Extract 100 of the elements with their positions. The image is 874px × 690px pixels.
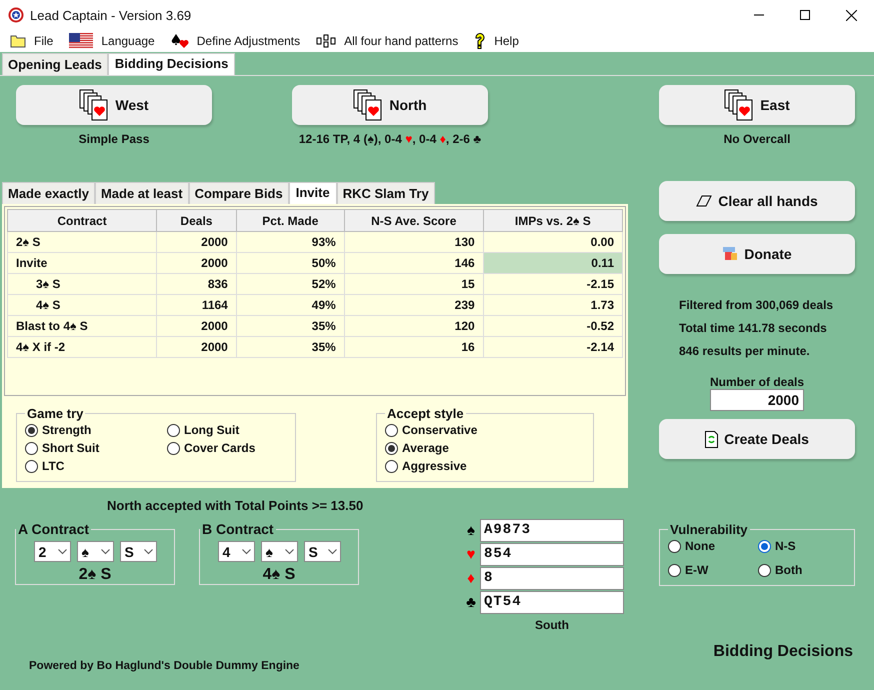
radio-label: Average <box>402 441 449 455</box>
tab[interactable]: RKC Slam Try <box>336 182 435 204</box>
seat-description: 12-16 TP, 4 (♠), 0-4 ♥, 0-4 ♦, 2-6 ♣ <box>298 131 482 148</box>
table-cell: 50% <box>236 252 344 274</box>
folder-icon <box>10 34 26 48</box>
seat-button[interactable]: North <box>292 85 488 125</box>
status-message: North accepted with Total Points >= 13.50 <box>107 498 364 513</box>
radio-button[interactable] <box>385 460 398 472</box>
table-cell: Blast to 4♠ S <box>8 316 157 336</box>
radio-option[interactable]: Strength <box>25 423 125 437</box>
radio-button[interactable] <box>385 442 398 454</box>
radio-label: Cover Cards <box>184 441 256 455</box>
radio-label: None <box>685 539 715 553</box>
hand-field[interactable]: 854 <box>480 543 624 566</box>
menu-item[interactable]: File <box>8 34 56 48</box>
table-cell: 0.11 <box>483 252 622 274</box>
playing-cards-icon <box>353 89 384 121</box>
radio-label: Aggressive <box>402 459 467 473</box>
radio-button[interactable] <box>668 564 681 576</box>
hand-pattern-icon <box>316 34 336 48</box>
menu-item[interactable]: All four hand patterns <box>314 34 460 48</box>
radio-option[interactable]: Average <box>385 441 585 455</box>
chevron-icon <box>242 548 250 554</box>
table-cell: 93% <box>236 232 344 252</box>
table-cell: 4♠ S <box>8 294 157 316</box>
radio-button[interactable] <box>385 424 398 436</box>
clear-button[interactable]: Clear all hands <box>659 181 855 221</box>
contract-result: 4♠ S <box>262 566 296 584</box>
hand-field[interactable]: 8 <box>480 567 624 590</box>
radio-option[interactable]: Both <box>758 563 838 577</box>
donate-button[interactable]: Donate <box>659 234 855 274</box>
radio-button[interactable] <box>167 442 180 454</box>
table-cell: 2000 <box>156 232 236 252</box>
menu-item[interactable]: Language <box>67 33 157 49</box>
dropdown[interactable]: 2 <box>34 541 70 562</box>
suits-icon <box>170 33 189 49</box>
menu-item[interactable]: Define Adjustments <box>168 33 302 49</box>
flag-icon <box>69 33 94 49</box>
tab[interactable]: Compare Bids <box>188 182 289 204</box>
table-cell: 52% <box>236 274 344 294</box>
radio-button[interactable] <box>167 424 180 436</box>
refresh-document-icon <box>705 430 718 448</box>
tab[interactable]: Bidding Decisions <box>108 53 236 75</box>
stats-line: Total time 141.78 seconds <box>679 320 828 337</box>
radio-option[interactable]: E-W <box>668 563 758 577</box>
table-cell: 4♠ X if -2 <box>8 336 157 358</box>
dropdown[interactable]: 4 <box>218 541 254 562</box>
dropdown[interactable]: ♠ <box>76 541 114 562</box>
dropdown[interactable]: S <box>120 541 156 562</box>
field-label: Number of deals <box>710 375 804 389</box>
table-cell: 120 <box>344 316 484 336</box>
table-cell: 836 <box>156 274 236 294</box>
radio-button[interactable] <box>25 424 38 436</box>
radio-option[interactable]: N-S <box>758 539 838 553</box>
tab[interactable]: Made exactly <box>2 182 95 204</box>
eraser-icon <box>696 195 712 207</box>
table-cell: 35% <box>236 336 344 358</box>
hand-field[interactable]: QT54 <box>480 591 624 614</box>
create-deals-button[interactable]: Create Deals <box>659 419 855 459</box>
radio-option[interactable]: Conservative <box>385 423 585 437</box>
hand-field[interactable]: A9873 <box>480 519 624 542</box>
suit-symbol: ♦ <box>466 570 476 587</box>
radio-button[interactable] <box>758 540 771 552</box>
radio-option[interactable]: Short Suit <box>25 441 125 455</box>
radio-option[interactable]: Cover Cards <box>167 441 287 455</box>
radio-label: Both <box>775 563 802 577</box>
table-cell: 3♠ S <box>8 274 157 294</box>
radio-label: LTC <box>42 459 64 473</box>
seat-button[interactable]: East <box>659 85 855 125</box>
dropdown[interactable]: ♠ <box>260 541 298 562</box>
radio-button[interactable] <box>668 540 681 552</box>
seat-button[interactable]: West <box>16 85 212 125</box>
radio-option[interactable]: None <box>668 539 758 553</box>
hand-label: South <box>534 618 570 632</box>
menu-item[interactable]: Help <box>472 33 521 49</box>
table-cell: Invite <box>8 252 157 274</box>
radio-button[interactable] <box>758 564 771 576</box>
app-icon <box>8 7 24 23</box>
table-cell: 35% <box>236 316 344 336</box>
table-cell: 1.73 <box>483 294 622 316</box>
deals-field[interactable]: 2000 <box>710 389 804 411</box>
dropdown[interactable]: S <box>304 541 340 562</box>
radio-option[interactable]: Aggressive <box>385 459 585 473</box>
column-header: Deals <box>156 210 236 232</box>
help-icon <box>474 33 486 49</box>
chevron-icon <box>100 548 110 554</box>
stats-line: 846 results per minute. <box>679 343 811 360</box>
suit-symbol: ♣ <box>465 594 477 611</box>
group-title: Game try <box>26 406 84 421</box>
tab[interactable]: Opening Leads <box>2 53 108 75</box>
radio-option[interactable]: LTC <box>25 459 125 473</box>
radio-option[interactable]: Long Suit <box>167 423 287 437</box>
radio-button[interactable] <box>25 442 38 454</box>
radio-button[interactable] <box>25 460 38 472</box>
tab[interactable]: Invite <box>288 182 337 204</box>
group-title: B Contract <box>201 521 275 537</box>
playing-cards-icon <box>724 89 754 121</box>
table-cell: -0.52 <box>483 316 622 336</box>
tab[interactable]: Made at least <box>94 182 189 204</box>
table-cell: -2.14 <box>483 336 622 358</box>
